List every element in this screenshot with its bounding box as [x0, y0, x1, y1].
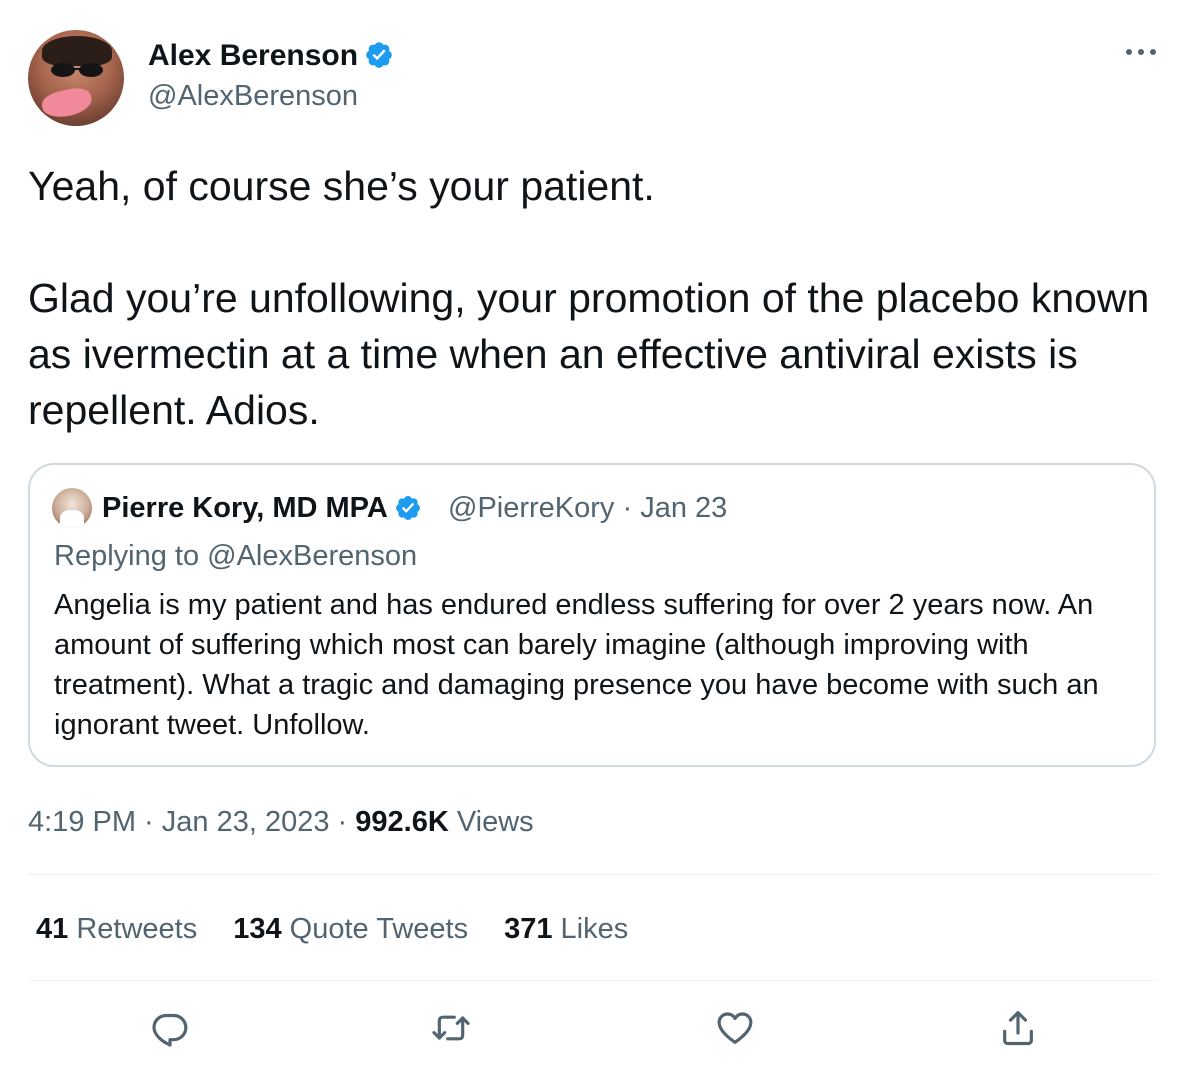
more-icon[interactable] [1123, 40, 1159, 64]
views-count: 992.6K [355, 806, 449, 838]
tweet-stats: 41 Retweets 134 Quote Tweets 371 Likes [36, 911, 664, 947]
heart-icon [717, 1012, 753, 1044]
retweets-count: 41 [36, 913, 69, 945]
share-icon [1003, 1011, 1033, 1046]
likes-stat[interactable]: 371 Likes [504, 911, 628, 947]
quote-tweets-count: 134 [233, 913, 282, 945]
likes-count: 371 [504, 913, 553, 945]
quoted-author-name: Pierre Kory, MD MPA [102, 492, 388, 524]
avatar-sunglasses [51, 63, 103, 77]
share-button[interactable] [994, 1004, 1042, 1052]
retweets-label: Retweets [68, 913, 198, 945]
verified-badge-icon [395, 496, 420, 520]
quoted-replying-to: Replying to @AlexBerenson [54, 540, 418, 572]
avatar-coat [60, 510, 84, 528]
like-button[interactable] [711, 1004, 759, 1052]
divider [28, 980, 1158, 981]
verified-badge-icon [366, 42, 392, 68]
tweet-text: Yeah, of course she’s your patient. Glad… [28, 163, 1150, 433]
retweet-icon [432, 1015, 470, 1041]
tweet-date[interactable]: Jan 23, 2023 [162, 806, 330, 838]
views-label: Views [448, 806, 534, 838]
quoted-name-row: Pierre Kory, MD MPA [102, 491, 422, 525]
retweet-button[interactable] [427, 1004, 475, 1052]
author-handle[interactable]: @AlexBerenson [148, 79, 358, 113]
tweet-time[interactable]: 4:19 PM [28, 806, 136, 838]
quoted-author-avatar [52, 488, 92, 528]
meta-separator: · [329, 806, 356, 838]
quote-tweets-stat[interactable]: 134 Quote Tweets [233, 911, 468, 947]
reply-icon [152, 1013, 188, 1047]
quoted-text: Angelia is my patient and has endured en… [54, 589, 1099, 741]
quote-tweets-label: Quote Tweets [281, 913, 469, 945]
tweet-meta: 4:19 PM · Jan 23, 2023 · 992.6K Views [28, 804, 534, 840]
reply-button[interactable] [146, 1004, 194, 1052]
author-name[interactable]: Alex Berenson [148, 39, 358, 72]
meta-separator: · [136, 806, 162, 838]
retweets-stat[interactable]: 41 Retweets [36, 911, 197, 947]
divider [28, 874, 1158, 875]
quoted-handle-date: @PierreKory · Jan 23 [448, 492, 728, 524]
author-name-row[interactable]: Alex Berenson [148, 38, 394, 74]
likes-label: Likes [552, 913, 629, 945]
author-avatar[interactable] [28, 30, 124, 126]
avatar-mask [39, 85, 95, 121]
